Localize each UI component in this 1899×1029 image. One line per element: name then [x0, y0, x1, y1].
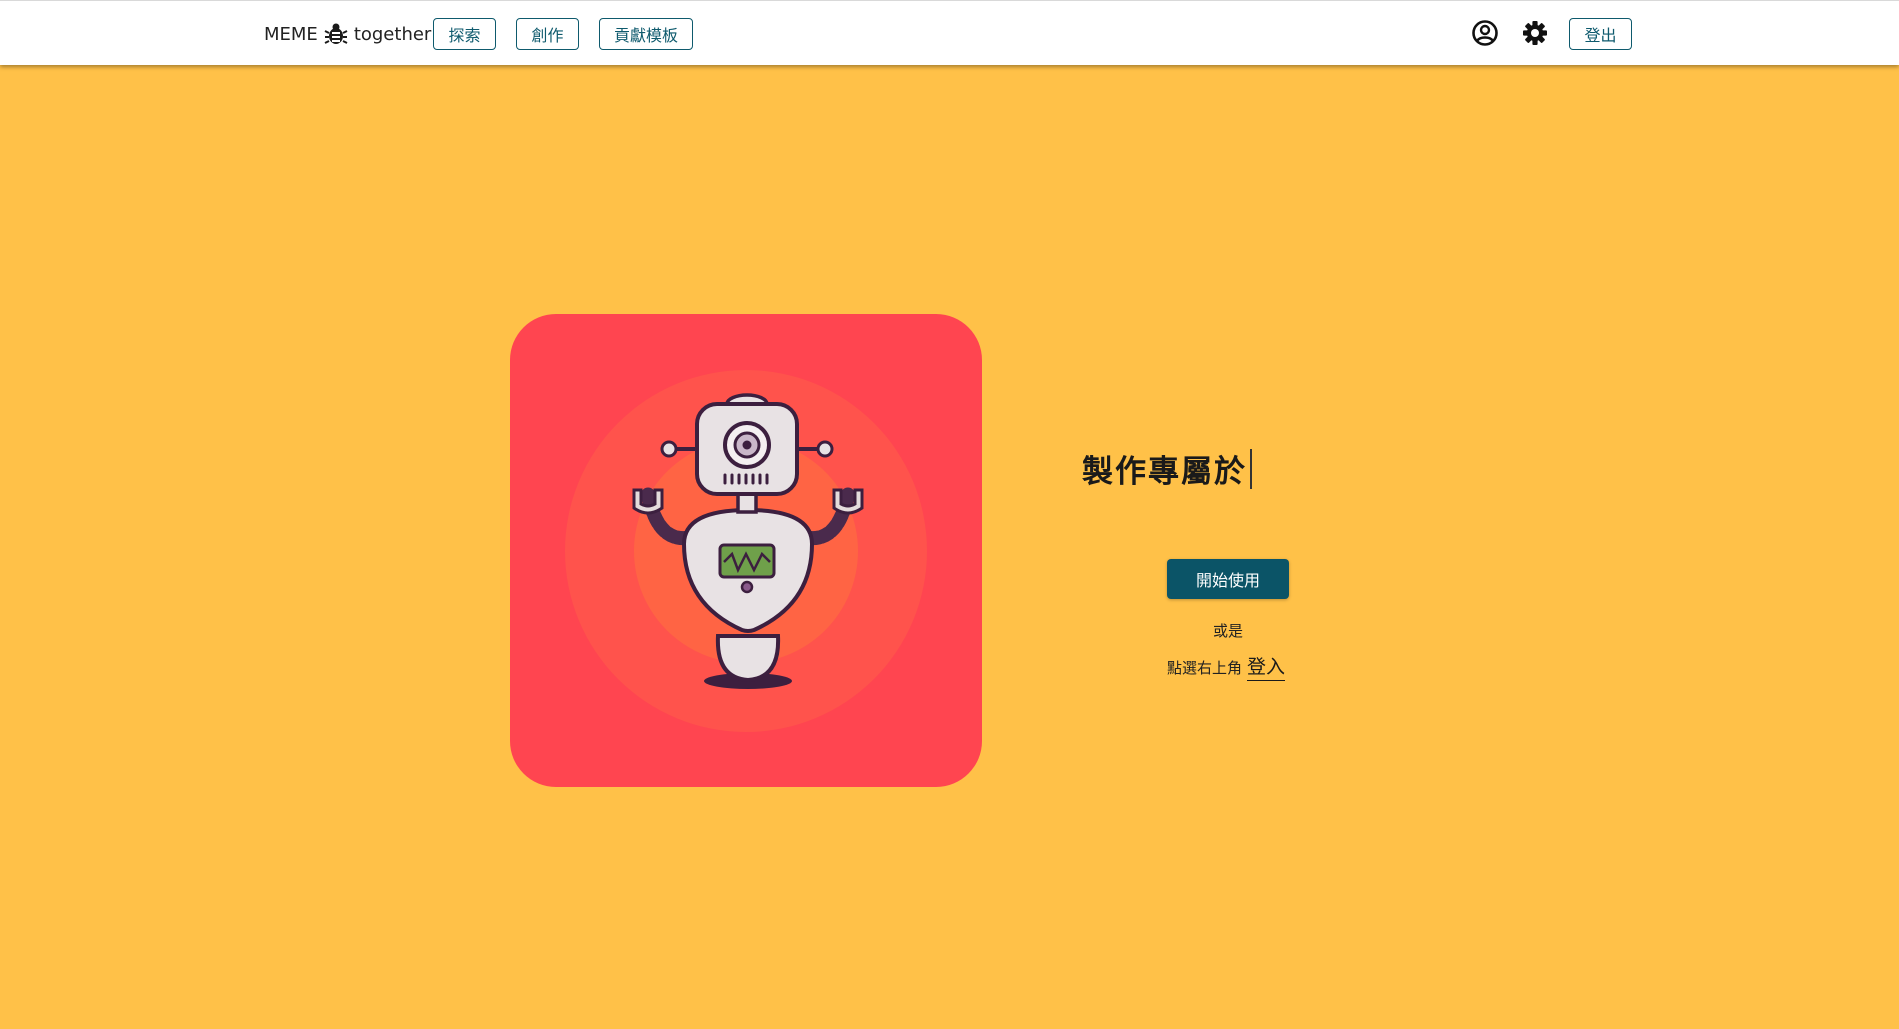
logout-button[interactable]: 登出	[1569, 18, 1632, 50]
start-button[interactable]: 開始使用	[1167, 559, 1289, 599]
nav-create-button[interactable]: 創作	[516, 18, 579, 50]
or-text: 或是	[1212, 622, 1243, 640]
brand-logo[interactable]: MEME together	[264, 20, 431, 48]
settings-button[interactable]	[1520, 18, 1550, 48]
login-hint: 點選右上角 登入	[1167, 652, 1286, 681]
robot-illustration	[565, 370, 927, 732]
hero-headline: 製作專屬於	[1082, 446, 1252, 491]
top-navbar: MEME together 探索 創作 貢獻模板 登出	[0, 0, 1899, 65]
brand-text-right: together	[353, 23, 432, 45]
account-button[interactable]	[1470, 18, 1500, 48]
gear-icon	[1523, 21, 1547, 45]
brand-text-left: MEME	[264, 23, 318, 45]
robot-illustration-card	[510, 314, 982, 787]
hero-headline-text: 製作專屬於	[1082, 454, 1247, 490]
login-hint-prefix: 點選右上角	[1167, 659, 1243, 677]
account-circle-icon	[1472, 20, 1498, 46]
typing-caret	[1250, 448, 1252, 489]
bug-logo-icon	[324, 23, 348, 44]
nav-contribute-template-button[interactable]: 貢獻模板	[599, 18, 693, 50]
login-link[interactable]: 登入	[1247, 652, 1286, 681]
nav-explore-button[interactable]: 探索	[433, 18, 496, 50]
